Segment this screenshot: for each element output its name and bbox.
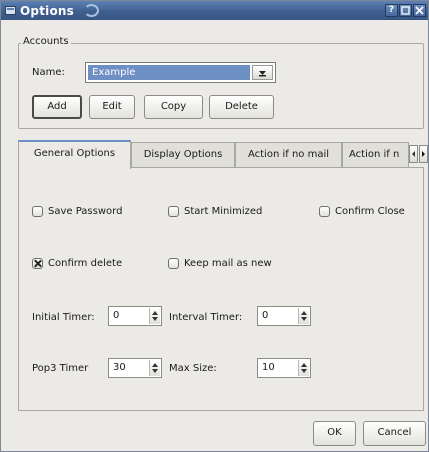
interval-timer-label: Interval Timer: <box>169 312 243 323</box>
interval-timer-value: 0 <box>262 310 269 321</box>
confirm-close-checkbox[interactable]: Confirm Close <box>319 206 405 217</box>
close-button[interactable] <box>413 4 426 17</box>
spin-arrows-icon[interactable] <box>149 308 160 324</box>
add-button[interactable]: Add <box>32 95 82 119</box>
spin-arrows-icon[interactable] <box>298 308 309 324</box>
max-size-label: Max Size: <box>169 363 217 374</box>
checkbox-box[interactable] <box>32 258 43 269</box>
window-icon <box>5 6 16 15</box>
checkbox-box[interactable] <box>168 258 179 269</box>
close-icon <box>415 6 424 15</box>
spin-arrows-icon[interactable] <box>298 360 309 376</box>
edit-button[interactable]: Edit <box>89 95 135 119</box>
ok-button[interactable]: OK <box>313 421 356 446</box>
start-minimized-checkbox[interactable]: Start Minimized <box>168 206 262 217</box>
pop3-timer-label: Pop3 Timer <box>32 363 89 374</box>
checkbox-label: Save Password <box>48 206 123 217</box>
checkbox-box[interactable] <box>319 206 330 217</box>
pop3-timer-value: 30 <box>113 362 126 373</box>
tab-action-if-new-mail[interactable]: Action if n <box>342 142 409 168</box>
account-name-value: Example <box>88 65 250 80</box>
checkbox-label: Keep mail as new <box>184 258 272 269</box>
title-buttons: ? <box>385 4 426 17</box>
save-password-checkbox[interactable]: Save Password <box>32 206 122 217</box>
initial-timer-value: 0 <box>113 310 120 321</box>
maximize-button[interactable] <box>399 4 412 17</box>
confirm-delete-checkbox[interactable]: Confirm delete <box>32 258 122 269</box>
general-options-panel <box>18 167 424 411</box>
interval-timer-spinbox[interactable]: 0 <box>257 306 311 326</box>
tab-action-if-no-mail[interactable]: Action if no mail <box>235 142 342 168</box>
checkbox-label: Confirm delete <box>48 258 123 269</box>
tab-bar: General Options Display Options Action i… <box>18 140 429 169</box>
cancel-button[interactable]: Cancel <box>363 421 426 446</box>
initial-timer-label: Initial Timer: <box>32 312 95 323</box>
account-name-combobox[interactable]: Example <box>85 62 276 83</box>
spin-arrows-icon[interactable] <box>149 360 160 376</box>
chevron-down-icon[interactable] <box>252 65 273 80</box>
copy-button[interactable]: Copy <box>144 95 203 119</box>
maximize-icon <box>401 6 410 15</box>
tab-scroll-left-button[interactable] <box>409 145 418 163</box>
options-window: Options ? Accounts Name: Example Add Edi… <box>0 0 429 452</box>
max-size-value: 10 <box>262 362 275 373</box>
delete-button[interactable]: Delete <box>209 95 274 119</box>
pop3-timer-spinbox[interactable]: 30 <box>108 358 162 378</box>
tab-scroll-right-button[interactable] <box>419 145 428 163</box>
checkbox-box[interactable] <box>168 206 179 217</box>
tab-general-options[interactable]: General Options <box>18 140 131 169</box>
swirl-icon <box>83 4 99 17</box>
checkbox-label: Confirm Close <box>335 206 405 217</box>
tab-display-options[interactable]: Display Options <box>131 142 235 168</box>
keep-mail-as-new-checkbox[interactable]: Keep mail as new <box>168 258 272 269</box>
max-size-spinbox[interactable]: 10 <box>257 358 311 378</box>
name-label: Name: <box>32 67 65 78</box>
accounts-group-label: Accounts <box>21 36 71 47</box>
window-title: Options <box>20 3 74 18</box>
title-bar[interactable]: Options ? <box>1 1 428 20</box>
initial-timer-spinbox[interactable]: 0 <box>108 306 162 326</box>
chevron-right-icon <box>422 151 425 157</box>
chevron-left-icon <box>412 151 415 157</box>
checkbox-label: Start Minimized <box>184 206 263 217</box>
checkbox-box[interactable] <box>32 206 43 217</box>
help-button[interactable]: ? <box>385 4 398 17</box>
